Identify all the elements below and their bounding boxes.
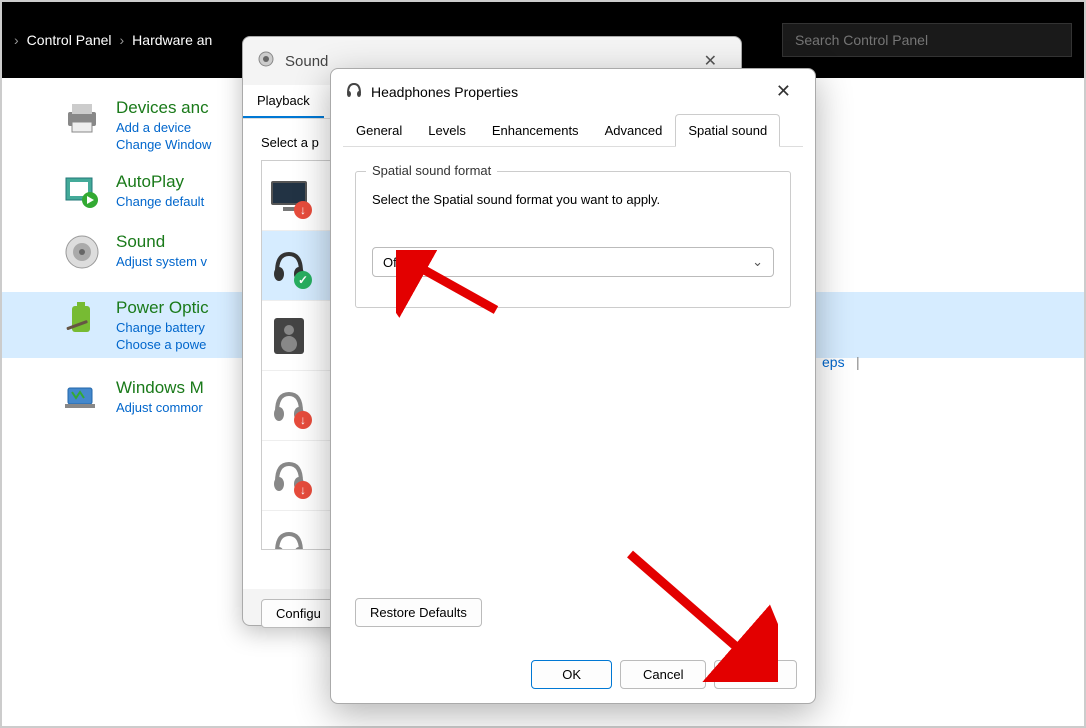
category-link[interactable]: Choose a powe <box>116 337 209 352</box>
category-title[interactable]: AutoPlay <box>116 172 204 192</box>
mobility-icon <box>62 378 102 418</box>
spatial-format-dropdown[interactable]: Off ⌄ <box>372 247 774 277</box>
sound-dialog-title: Sound <box>285 53 328 70</box>
tab-advanced[interactable]: Advanced <box>592 114 676 146</box>
disabled-badge-icon: ↓ <box>294 201 312 219</box>
separator: | <box>856 354 860 370</box>
default-badge-icon: ✓ <box>294 271 312 289</box>
speaker-icon <box>62 232 102 272</box>
category-title[interactable]: Power Optic <box>116 298 209 318</box>
category-title[interactable]: Devices anc <box>116 98 211 118</box>
spatial-sound-fieldset: Spatial sound format Select the Spatial … <box>355 171 791 308</box>
monitor-icon: ↓ <box>268 175 310 217</box>
headphones-properties-dialog: Headphones Properties ✕ General Levels E… <box>330 68 816 704</box>
tab-levels[interactable]: Levels <box>415 114 479 146</box>
fieldset-legend: Spatial sound format <box>366 163 497 178</box>
dialog-footer: OK Cancel Apply <box>531 660 797 689</box>
category-link[interactable]: Adjust commor <box>116 400 204 415</box>
tab-spatial-sound[interactable]: Spatial sound <box>675 114 780 147</box>
disabled-badge-icon: ↓ <box>294 411 312 429</box>
close-button[interactable]: ✕ <box>766 79 801 104</box>
properties-titlebar: Headphones Properties ✕ <box>331 69 815 114</box>
category-link[interactable]: Change default <box>116 194 204 209</box>
printer-icon <box>62 98 102 138</box>
headphones-icon: ↓ <box>268 385 310 427</box>
breadcrumb-item[interactable]: Control Panel <box>27 32 112 48</box>
sound-icon <box>257 50 275 72</box>
category-title[interactable]: Windows M <box>116 378 204 398</box>
configure-button[interactable]: Configu <box>261 599 336 628</box>
autoplay-icon <box>62 172 102 212</box>
headphones-icon: ✓ <box>268 245 310 287</box>
tab-enhancements[interactable]: Enhancements <box>479 114 592 146</box>
headphones-icon: ↓ <box>268 455 310 497</box>
disabled-badge-icon: ↓ <box>294 481 312 499</box>
fieldset-description: Select the Spatial sound format you want… <box>372 192 774 207</box>
breadcrumb[interactable]: › Control Panel › Hardware an <box>14 32 212 48</box>
chevron-right-icon: › <box>14 32 19 48</box>
apply-button[interactable]: Apply <box>714 660 797 689</box>
restore-defaults-button[interactable]: Restore Defaults <box>355 598 482 627</box>
dropdown-value: Off <box>383 255 400 270</box>
properties-title: Headphones Properties <box>371 84 518 100</box>
speaker-box-icon <box>268 315 310 357</box>
category-title[interactable]: Sound <box>116 232 207 252</box>
tab-general[interactable]: General <box>343 114 415 146</box>
ok-button[interactable]: OK <box>531 660 612 689</box>
properties-tabs: General Levels Enhancements Advanced Spa… <box>343 114 803 147</box>
search-input[interactable] <box>782 23 1072 57</box>
category-link[interactable]: Change Window <box>116 137 211 152</box>
category-link[interactable]: Add a device <box>116 120 211 135</box>
category-link[interactable]: Change battery <box>116 320 209 335</box>
tab-playback[interactable]: Playback <box>243 85 324 118</box>
chevron-right-icon: › <box>120 32 125 48</box>
headphones-icon <box>268 525 310 550</box>
chevron-down-icon: ⌄ <box>752 254 763 270</box>
breadcrumb-item[interactable]: Hardware an <box>132 32 212 48</box>
headphones-icon <box>345 82 363 101</box>
cancel-button[interactable]: Cancel <box>620 660 706 689</box>
category-link[interactable]: Adjust system v <box>116 254 207 269</box>
battery-icon <box>62 298 102 338</box>
related-link[interactable]: eps <box>822 354 845 370</box>
